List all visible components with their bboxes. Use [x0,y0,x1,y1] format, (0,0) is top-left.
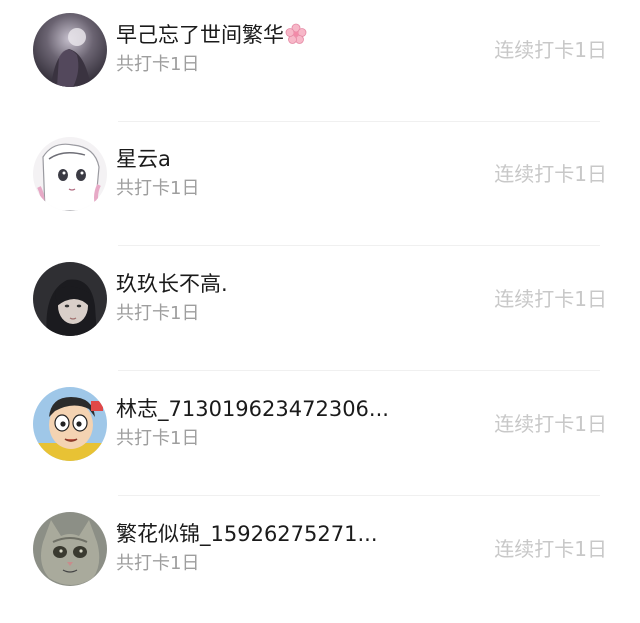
avatar[interactable] [33,512,107,586]
row-divider [118,370,600,371]
streak-label: 连续打卡1日 [494,412,607,436]
row-divider [118,495,600,496]
checkin-leaderboard-list: 早己忘了世间繁华 共打卡1日 连续打卡1日 星云a 共打卡1日 连续打卡1日 玖… [0,0,640,599]
list-item[interactable]: 林志_713019623472306... 共打卡1日 连续打卡1日 [0,374,640,498]
list-item[interactable]: 繁花似锦_15926275271... 共打卡1日 连续打卡1日 [0,499,640,623]
list-item[interactable]: 星云a 共打卡1日 连续打卡1日 [0,124,640,248]
total-checkins: 共打卡1日 [116,303,200,324]
avatar[interactable] [33,262,107,336]
user-name[interactable]: 繁花似锦_15926275271... [116,520,378,548]
user-name[interactable]: 早己忘了世间繁华 [116,21,307,52]
total-checkins: 共打卡1日 [116,553,200,574]
streak-label: 连续打卡1日 [494,287,607,311]
streak-label: 连续打卡1日 [494,38,607,62]
row-divider [118,245,600,246]
cherry-blossom-icon [285,23,307,52]
user-name[interactable]: 林志_713019623472306... [116,395,389,423]
avatar[interactable] [33,387,107,461]
total-checkins: 共打卡1日 [116,54,200,75]
user-name[interactable]: 玖玖长不高. [116,270,228,298]
avatar[interactable] [33,13,107,87]
list-item[interactable]: 玖玖长不高. 共打卡1日 连续打卡1日 [0,249,640,373]
streak-label: 连续打卡1日 [494,537,607,561]
total-checkins: 共打卡1日 [116,428,200,449]
avatar[interactable] [33,137,107,211]
total-checkins: 共打卡1日 [116,178,200,199]
streak-label: 连续打卡1日 [494,162,607,186]
user-name[interactable]: 星云a [116,145,171,173]
row-divider [118,121,600,122]
list-item[interactable]: 早己忘了世间繁华 共打卡1日 连续打卡1日 [0,0,640,124]
